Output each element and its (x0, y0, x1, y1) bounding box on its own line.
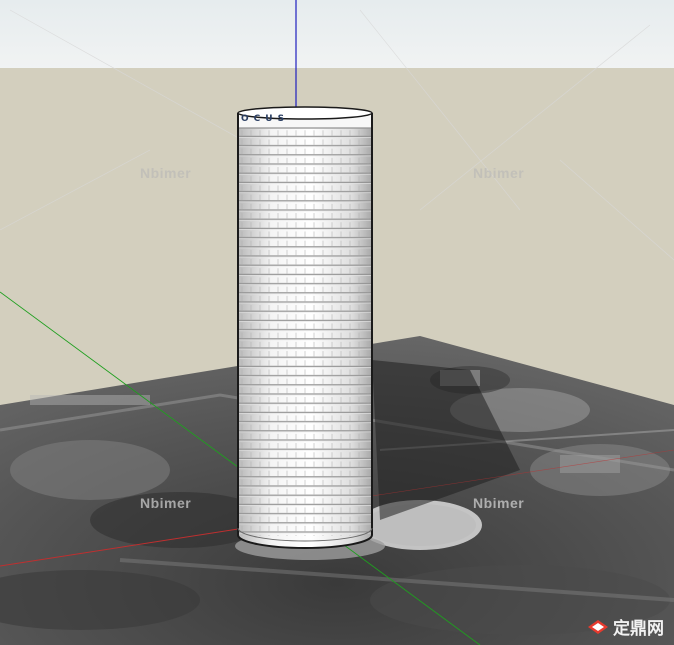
sketchup-viewport[interactable]: OCUS (0, 0, 674, 645)
cylindrical-tower[interactable] (237, 106, 373, 549)
site-label: 定鼎网 (613, 619, 664, 639)
watermark-top-right: Nbimer (473, 165, 525, 181)
sky (0, 0, 674, 70)
diamond-logo-icon (588, 619, 608, 634)
watermark-bottom-right: Nbimer (473, 495, 525, 511)
watermark-bottom-left: Nbimer (140, 495, 192, 511)
watermark-top-left: Nbimer (140, 165, 192, 181)
site-mark: 定鼎网 (587, 614, 664, 639)
building-sign: OCUS (241, 114, 289, 124)
